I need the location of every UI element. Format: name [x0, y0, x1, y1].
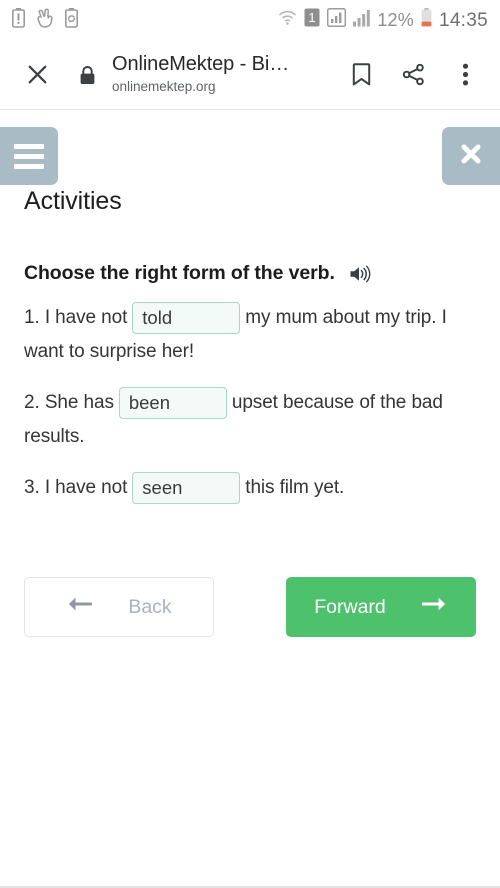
speaker-icon[interactable] — [349, 264, 371, 284]
forward-button[interactable]: Forward — [286, 577, 476, 637]
svg-text:1: 1 — [309, 10, 316, 25]
question-text-after: this film yet. — [245, 477, 345, 498]
question-item: 2. She hasupset because of the bad resul… — [24, 386, 476, 454]
share-icon[interactable] — [394, 56, 432, 94]
phone-screen: 1 12% 14:35 OnlineMektep - Bi… onlinemek… — [0, 0, 500, 888]
status-bar-right-icons: 1 12% 14:35 — [278, 7, 488, 32]
clock-label: 14:35 — [438, 9, 488, 31]
lock-icon — [74, 65, 100, 85]
page-url: onlinemektep.org — [112, 79, 216, 95]
status-bar: 1 12% 14:35 — [0, 0, 500, 40]
forward-button-label: Forward — [314, 595, 386, 618]
back-button-label: Back — [128, 595, 172, 618]
arrow-right-icon — [421, 595, 448, 619]
battery-low-icon — [421, 8, 432, 32]
arrow-left-icon — [66, 595, 93, 619]
battery-percent-label: 12% — [377, 10, 414, 30]
navigation-buttons: Back Forward — [0, 577, 500, 637]
battery-alert-icon — [12, 7, 25, 33]
close-lesson-button[interactable] — [442, 127, 500, 185]
question-item: 3. I have not this film yet. — [24, 471, 476, 505]
exercise-prompt: Choose the right form of the verb. — [24, 262, 335, 284]
question-text-before: 3. I have not — [24, 477, 128, 498]
back-button[interactable]: Back — [24, 577, 214, 637]
sim-card-icon: 1 — [304, 8, 320, 32]
hand-peace-icon — [36, 8, 54, 33]
web-page-content: Activities Choose the right form of the … — [0, 110, 500, 888]
answer-input-3[interactable] — [132, 471, 241, 504]
prompt-row: Choose the right form of the verb. — [24, 262, 476, 285]
answer-input-1[interactable] — [132, 301, 241, 334]
sidebar-menu-button[interactable] — [0, 127, 58, 185]
answer-input-2[interactable] — [118, 386, 227, 419]
browser-toolbar: OnlineMektep - Bi… onlinemektep.org — [0, 40, 500, 110]
question-text-before: 1. I have not — [24, 307, 128, 328]
bookmark-icon[interactable] — [342, 56, 380, 94]
close-tab-button[interactable] — [18, 56, 56, 94]
signal-bars-icon — [353, 9, 371, 32]
battery-sync-icon — [65, 7, 78, 33]
exercise-block: Choose the right form of the verb. 1. I … — [0, 262, 500, 505]
page-title: OnlineMektep - Bi… — [112, 53, 290, 76]
toolbar-actions — [342, 56, 484, 94]
status-bar-left-icons — [12, 7, 78, 33]
toolbar-titles[interactable]: OnlineMektep - Bi… onlinemektep.org — [112, 53, 334, 96]
wifi-icon — [278, 9, 297, 31]
menu-icon — [14, 143, 44, 169]
signal-bars-boxed-icon — [327, 7, 347, 32]
overflow-menu-icon[interactable] — [446, 56, 484, 94]
close-icon — [458, 141, 484, 172]
question-text-before: 2. She has — [24, 392, 114, 413]
activities-heading: Activities — [24, 187, 122, 215]
question-item: 1. I have notmy mum about my trip. I wan… — [24, 301, 476, 369]
page-header-row — [0, 127, 500, 189]
